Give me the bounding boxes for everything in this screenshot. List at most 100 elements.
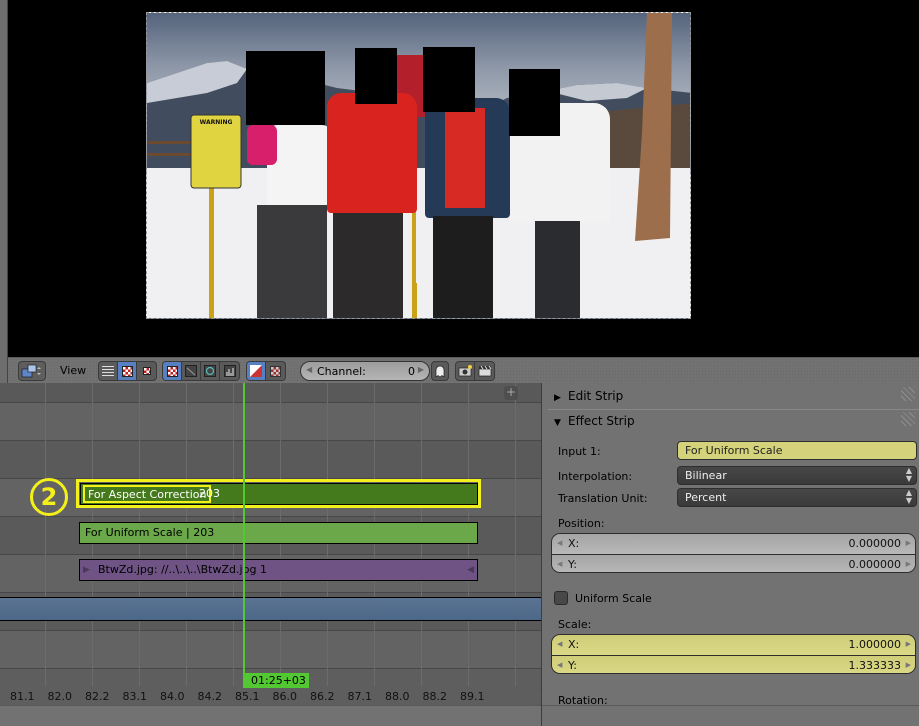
- scale-y-value: 1.333333: [848, 659, 902, 672]
- redacted-face-4: [509, 69, 560, 136]
- decrement-arrow-icon[interactable]: ◀: [557, 534, 562, 553]
- channel-row: [0, 440, 541, 478]
- display-mode-group: [162, 361, 240, 381]
- uniform-scale-checkbox[interactable]: [554, 591, 568, 605]
- scale-y-field[interactable]: ◀ Y: 1.333333 ▶: [552, 655, 915, 673]
- render-animation-button[interactable]: [475, 362, 494, 380]
- editor-type-selector[interactable]: [18, 361, 46, 381]
- ruler-tick-label: 86.0: [272, 690, 298, 703]
- left-handle-icon[interactable]: ▶: [83, 560, 90, 580]
- ruler-tick-label: 86.2: [310, 690, 335, 703]
- translation-unit-dropdown[interactable]: Percent ▲ ▼: [677, 488, 917, 507]
- strip-image-btwzd[interactable]: ▶ BtwZd.jpg: //..\..\..\BtwZd.jpg 1 ◀: [79, 559, 478, 581]
- panel-drag-grip[interactable]: [901, 412, 915, 426]
- increment-arrow-icon[interactable]: ▶: [906, 635, 911, 654]
- properties-footer: [542, 705, 919, 726]
- input1-field[interactable]: For Uniform Scale: [677, 441, 917, 460]
- view-menu[interactable]: View: [60, 364, 86, 377]
- channel-divider: [0, 516, 541, 517]
- channel-label: Channel:: [317, 365, 366, 378]
- increment-arrow-icon[interactable]: ▶: [418, 365, 424, 374]
- strip-blue[interactable]: [0, 597, 541, 621]
- effect-strip-panel-header[interactable]: ▼ Effect Strip: [548, 409, 919, 431]
- channel-value: 0: [408, 365, 415, 378]
- uniform-scale-label[interactable]: Uniform Scale: [575, 592, 652, 605]
- position-label: Position:: [558, 517, 605, 530]
- show-safe-areas-button[interactable]: [247, 362, 266, 380]
- preview-view-icon: [121, 365, 133, 377]
- increment-arrow-icon[interactable]: ▶: [906, 555, 911, 572]
- axis-label: Y:: [568, 558, 577, 571]
- grid-line: [515, 383, 516, 686]
- position-y-field[interactable]: ◀ Y: 0.000000 ▶: [552, 554, 915, 572]
- redacted-face-1: [246, 51, 325, 125]
- image-preview-button[interactable]: [163, 362, 182, 380]
- right-handle-icon[interactable]: ◀: [467, 560, 474, 580]
- show-alpha-button[interactable]: [266, 362, 285, 380]
- ruler-tick-label: 81.1: [10, 690, 35, 703]
- interpolation-value: Bilinear: [685, 469, 727, 482]
- render-animation-icon: [478, 365, 491, 377]
- channel-divider: [0, 402, 541, 403]
- updown-arrows-icon: ▲ ▼: [905, 466, 912, 483]
- timeline-footer: [0, 705, 541, 726]
- channel-field[interactable]: ◀ Channel: 0 ▶: [300, 361, 430, 381]
- ruler-tick-label: 82.2: [85, 690, 110, 703]
- sequencer-header: View ◀ Channel: 0 ▶: [8, 357, 919, 383]
- sequencer-timeline[interactable]: + 2 For Aspect Correction 203 For Unifor…: [0, 383, 541, 705]
- preview-area[interactable]: WARNING: [0, 0, 919, 357]
- edit-strip-panel-header[interactable]: ▶ Edit Strip: [548, 385, 919, 407]
- grid-line: [45, 383, 46, 686]
- channel-divider: [0, 592, 541, 593]
- sequencer-view-icon: [102, 366, 114, 376]
- axis-label: Y:: [568, 659, 577, 672]
- increment-arrow-icon[interactable]: ▶: [906, 534, 911, 553]
- show-safe-areas-icon: [250, 365, 262, 377]
- panel-drag-grip[interactable]: [901, 387, 915, 401]
- panel-title: Effect Strip: [568, 414, 635, 428]
- sequencer-preview-view-button[interactable]: [137, 362, 156, 380]
- area-split-bar[interactable]: [0, 0, 8, 383]
- scale-x-field[interactable]: ◀ X: 1.000000 ▶: [552, 635, 915, 655]
- ruler-tick-label: 84.2: [197, 690, 223, 703]
- chroma-vectorscope-button[interactable]: [201, 362, 220, 380]
- person-3: [425, 98, 510, 318]
- luma-waveform-icon: [185, 365, 197, 377]
- updown-arrows-icon: ▲ ▼: [905, 488, 912, 505]
- sequencer-preview-view-icon: [142, 367, 151, 375]
- sequencer-view-button[interactable]: [99, 362, 118, 380]
- redacted-face-2: [355, 48, 397, 104]
- luma-waveform-button[interactable]: [182, 362, 201, 380]
- position-x-field[interactable]: ◀ X: 0.000000 ▶: [552, 534, 915, 554]
- scale-x-value: 1.000000: [848, 638, 902, 651]
- time-ruler[interactable]: 81.1 82.0 82.2 83.1 84.0 84.2 85.1 86.0 86.2 87.1…: [0, 688, 541, 705]
- show-alpha-icon: [270, 365, 281, 377]
- histogram-button[interactable]: [220, 362, 239, 380]
- interpolation-dropdown[interactable]: Bilinear ▲ ▼: [677, 466, 917, 485]
- increment-arrow-icon[interactable]: ▶: [906, 656, 911, 673]
- interpolation-label: Interpolation:: [558, 470, 633, 483]
- chroma-vectorscope-icon: [204, 365, 216, 377]
- sequencer-editor-icon[interactable]: [19, 362, 45, 380]
- channel-divider: [0, 668, 541, 669]
- axis-label: X:: [568, 638, 580, 651]
- decrement-arrow-icon[interactable]: ◀: [557, 555, 562, 572]
- person-1: [247, 113, 332, 318]
- decrement-arrow-icon[interactable]: ◀: [306, 365, 312, 374]
- redacted-face-3: [423, 47, 475, 112]
- channel-row: [0, 402, 541, 440]
- render-still-button[interactable]: [456, 362, 475, 380]
- preview-view-button[interactable]: [118, 362, 137, 380]
- decrement-arrow-icon[interactable]: ◀: [557, 635, 562, 654]
- decrement-arrow-icon[interactable]: ◀: [557, 656, 562, 673]
- playhead[interactable]: [243, 383, 245, 688]
- ghost-button[interactable]: [431, 361, 449, 381]
- channel-divider: [0, 554, 541, 555]
- render-still-icon: [458, 365, 472, 377]
- channel-divider: [0, 440, 541, 441]
- view-type-group: [98, 361, 157, 381]
- add-button[interactable]: +: [504, 386, 518, 400]
- translation-unit-label: Translation Unit:: [558, 492, 648, 505]
- properties-panel: ▶ Edit Strip ▼ Effect Strip Input 1: For U…: [541, 383, 919, 726]
- strip-for-uniform-scale[interactable]: For Uniform Scale | 203: [79, 522, 478, 544]
